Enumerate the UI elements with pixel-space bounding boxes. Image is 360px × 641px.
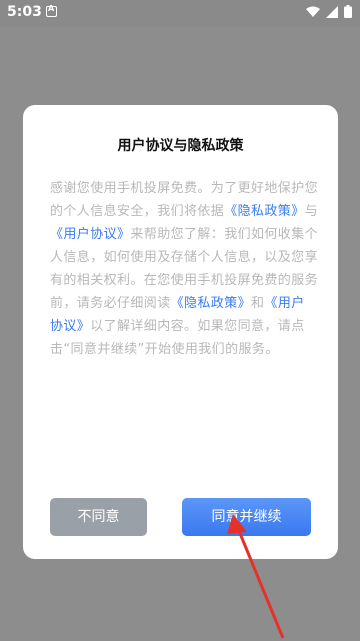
- signal-icon: [326, 5, 338, 18]
- privacy-policy-link[interactable]: 《隐私政策》: [224, 204, 304, 219]
- battery-icon: [344, 5, 352, 18]
- dialog-body: 感谢您使用手机投屏免费。为了更好地保护您的个人信息安全，我们将依据《隐私政策》与…: [50, 177, 318, 361]
- privacy-policy-link-2[interactable]: 《隐私政策》: [171, 296, 251, 311]
- user-agreement-link[interactable]: 《用户协议》: [50, 227, 130, 242]
- status-bar: 5:03: [0, 0, 360, 26]
- dialog-title: 用户协议与隐私政策: [117, 138, 244, 154]
- decline-button[interactable]: 不同意: [50, 498, 147, 536]
- privacy-dialog: 用户协议与隐私政策 感谢您使用手机投屏免费。为了更好地保护您的个人信息安全，我们…: [23, 105, 338, 559]
- body-text-4: 和: [251, 296, 265, 311]
- pointer-arrow-icon: [227, 514, 285, 639]
- body-text-2: 与: [304, 204, 319, 219]
- notification-icon: [46, 4, 57, 17]
- status-time: 5:03: [7, 4, 42, 20]
- wifi-icon: [306, 6, 320, 17]
- status-icons: [306, 5, 352, 18]
